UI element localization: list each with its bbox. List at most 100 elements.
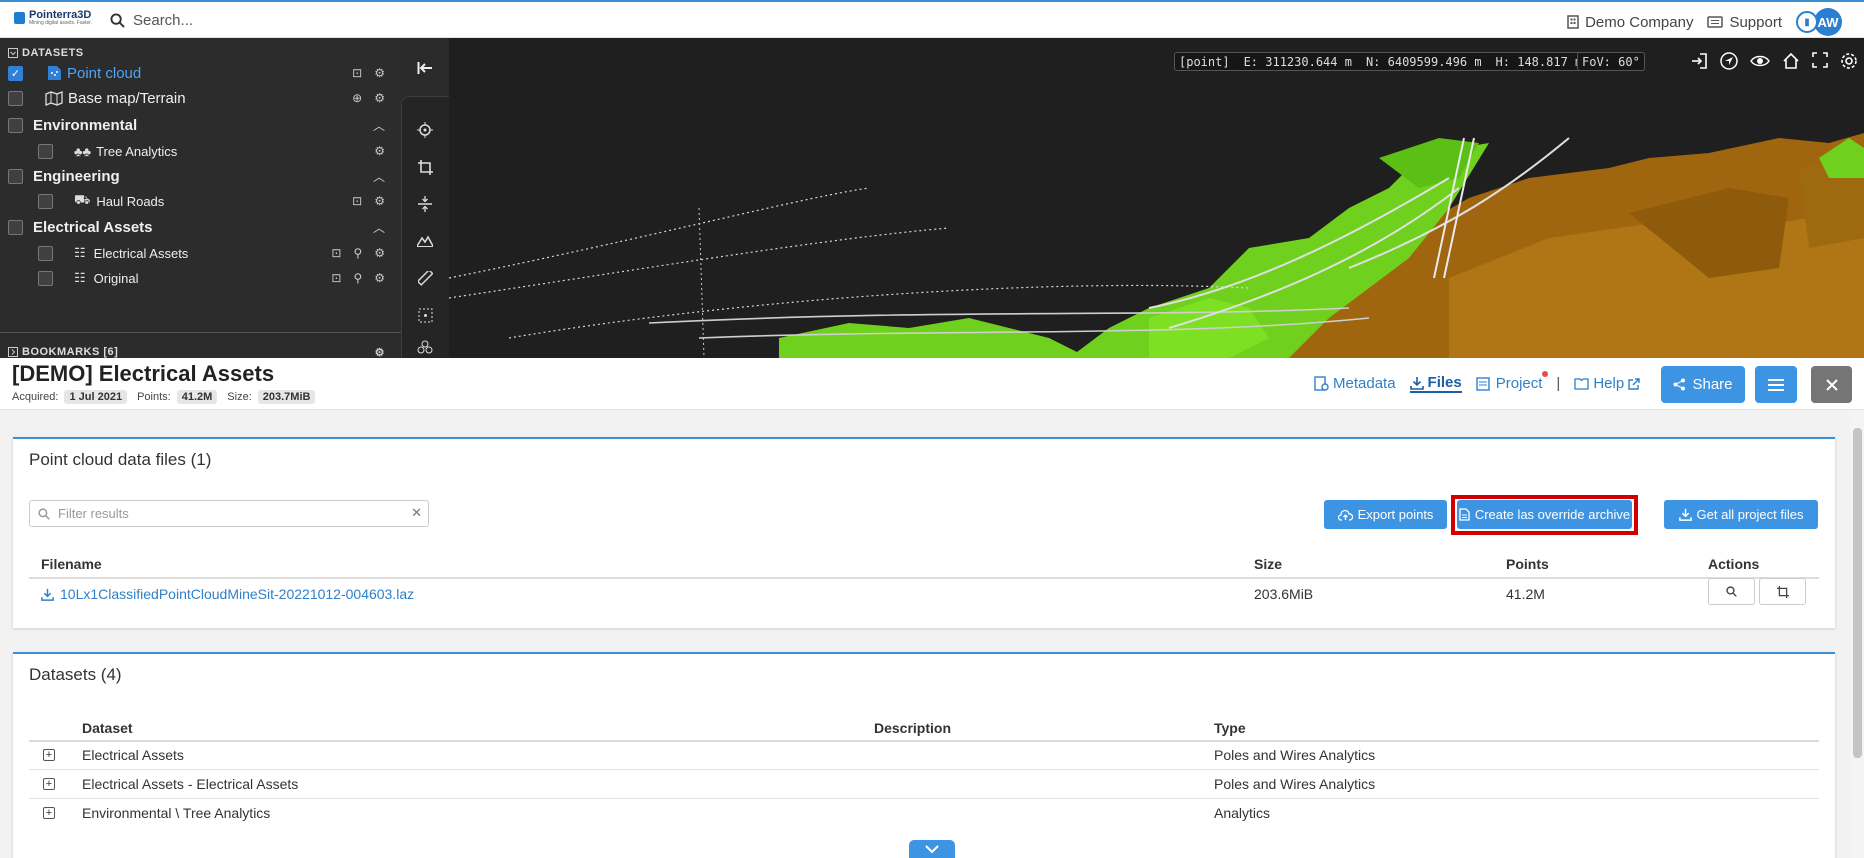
- terrain-profile-icon[interactable]: [408, 226, 442, 256]
- locate-icon[interactable]: [408, 115, 442, 145]
- user-avatar[interactable]: ▮ AW: [1796, 8, 1842, 36]
- metadata-icon: [1314, 376, 1329, 391]
- crop-file-button[interactable]: [1759, 578, 1806, 605]
- checkbox-unchecked[interactable]: [38, 245, 53, 261]
- crop-zoom-icon: [1776, 585, 1789, 598]
- point-cloud-viewer[interactable]: [point] E: 311230.644 m N: 6409599.496 m…: [449, 38, 1864, 358]
- help-link[interactable]: Help: [1574, 375, 1640, 392]
- focus-icon[interactable]: ⊡: [352, 66, 362, 80]
- scrollbar[interactable]: [1850, 410, 1864, 858]
- clear-filter-icon[interactable]: ✕: [411, 505, 422, 521]
- settings-gear-icon[interactable]: [1840, 52, 1858, 70]
- datasets-section-header[interactable]: DATASETS: [0, 43, 84, 63]
- collapse-panel-icon[interactable]: [408, 53, 442, 83]
- tab-project[interactable]: Project: [1476, 371, 1549, 392]
- point-cloud-icon: [48, 66, 61, 80]
- gear-icon[interactable]: ⚙: [374, 271, 385, 285]
- datasets-card-title: Datasets (4): [29, 665, 122, 684]
- checkbox-unchecked[interactable]: [38, 270, 53, 286]
- checkbox-unchecked[interactable]: [8, 168, 23, 184]
- share-button[interactable]: Share: [1661, 366, 1745, 403]
- select-area-icon[interactable]: [408, 300, 442, 330]
- navigate-icon[interactable]: [1720, 52, 1738, 70]
- group-label-environmental: Environmental: [33, 116, 138, 134]
- checkbox-checked[interactable]: ✓: [8, 65, 23, 81]
- fov-readout[interactable]: FoV: 60°: [1577, 52, 1645, 71]
- layer-haul-roads[interactable]: ⛟ Haul Roads ⊡ ⚙: [0, 189, 401, 213]
- expand-row-icon[interactable]: +: [43, 778, 55, 790]
- col-description: Description: [874, 720, 952, 736]
- page-title: [DEMO] Electrical Assets: [12, 361, 275, 386]
- table-header-divider: [29, 740, 1819, 742]
- layer-original[interactable]: ☷ Original ⊡ ⚲ ⚙: [0, 266, 401, 290]
- filter-input[interactable]: Filter results ✕: [29, 500, 429, 527]
- checkbox-unchecked[interactable]: [8, 117, 23, 133]
- checkbox-unchecked[interactable]: [8, 90, 23, 106]
- gear-icon[interactable]: ⚙: [374, 246, 385, 260]
- gear-icon[interactable]: ⚙: [374, 144, 385, 158]
- chevron-up-icon[interactable]: ︿: [373, 219, 385, 236]
- details-content: Point cloud data files (1) Filter result…: [0, 410, 1864, 858]
- close-button[interactable]: [1811, 366, 1852, 403]
- datasets-card: Datasets (4) Dataset Description Type + …: [13, 652, 1835, 858]
- chevron-up-icon[interactable]: ︿: [373, 117, 385, 134]
- home-icon[interactable]: [1782, 52, 1800, 70]
- hamburger-icon: [1768, 378, 1784, 391]
- globe-icon[interactable]: ⊕: [352, 91, 362, 105]
- split-icon[interactable]: [408, 189, 442, 219]
- gear-icon[interactable]: ⚙: [374, 194, 385, 208]
- company-name: Demo Company: [1585, 13, 1694, 31]
- focus-icon[interactable]: ⊡: [331, 246, 341, 260]
- eye-icon[interactable]: [1750, 52, 1770, 70]
- global-search[interactable]: Search...: [110, 12, 193, 29]
- tab-files[interactable]: Files: [1409, 374, 1462, 393]
- group-engineering[interactable]: Engineering ︿: [0, 164, 401, 188]
- tab-files-label: Files: [1427, 374, 1462, 391]
- get-all-project-files-button[interactable]: Get all project files: [1664, 500, 1818, 529]
- layer-label-original: Original: [93, 270, 139, 286]
- chevron-up-icon[interactable]: ︿: [373, 168, 385, 185]
- layer-point-cloud[interactable]: ✓ Point cloud ⊡ ⚙: [0, 61, 401, 85]
- building-icon: [1567, 15, 1579, 29]
- gear-icon[interactable]: ⚙: [374, 91, 385, 105]
- tab-metadata[interactable]: Metadata: [1314, 375, 1396, 392]
- file-download-link[interactable]: 10Lx1ClassifiedPointCloudMineSit-2022101…: [41, 586, 414, 602]
- col-actions: Actions: [1708, 556, 1760, 572]
- checkbox-unchecked[interactable]: [38, 193, 53, 209]
- view-file-button[interactable]: [1708, 578, 1755, 605]
- export-points-button[interactable]: Export points: [1324, 500, 1447, 529]
- trees-icon: ♣♣: [74, 143, 92, 159]
- sign-in-icon[interactable]: [1690, 52, 1708, 70]
- focus-icon[interactable]: ⊡: [331, 271, 341, 285]
- scrollbar-thumb[interactable]: [1853, 428, 1862, 758]
- scroll-down-button[interactable]: [909, 840, 955, 858]
- crop-icon[interactable]: [408, 152, 442, 182]
- ruler-icon[interactable]: [408, 263, 442, 293]
- group-electrical-assets[interactable]: Electrical Assets ︿: [0, 215, 401, 239]
- layer-tree-analytics[interactable]: ♣♣ Tree Analytics ⚙: [0, 139, 401, 163]
- layer-electrical-assets[interactable]: ☷ Electrical Assets ⊡ ⚲ ⚙: [0, 241, 401, 265]
- checkbox-unchecked[interactable]: [8, 219, 23, 235]
- menu-button[interactable]: [1755, 366, 1797, 403]
- search-icon[interactable]: ⚲: [353, 246, 362, 260]
- fullscreen-icon[interactable]: [1812, 52, 1828, 68]
- focus-icon[interactable]: ⊡: [352, 194, 362, 208]
- layer-base-map[interactable]: Base map/Terrain ⊕ ⚙: [0, 86, 401, 110]
- checkbox-unchecked[interactable]: [38, 143, 53, 159]
- search-icon[interactable]: ⚲: [353, 271, 362, 285]
- group-environmental[interactable]: Environmental ︿: [0, 113, 401, 137]
- company-selector[interactable]: Demo Company: [1567, 14, 1693, 31]
- filter-placeholder: Filter results: [58, 506, 129, 521]
- cluster-icon[interactable]: [408, 337, 442, 357]
- expand-row-icon[interactable]: +: [43, 807, 55, 819]
- download-icon: [1409, 376, 1424, 390]
- coord-northing: N: 6409599.496 m: [1365, 54, 1482, 69]
- gear-icon[interactable]: ⚙: [375, 346, 385, 359]
- col-dataset: Dataset: [82, 720, 133, 736]
- coord-easting: E: 311230.644 m: [1243, 54, 1352, 69]
- support-link[interactable]: Support: [1707, 14, 1782, 31]
- pointerra-logo[interactable]: Pointerra3D Mining digital assets. Faste…: [14, 10, 92, 26]
- expand-row-icon[interactable]: +: [43, 749, 55, 761]
- gear-icon[interactable]: ⚙: [374, 66, 385, 80]
- search-placeholder: Search...: [133, 12, 194, 29]
